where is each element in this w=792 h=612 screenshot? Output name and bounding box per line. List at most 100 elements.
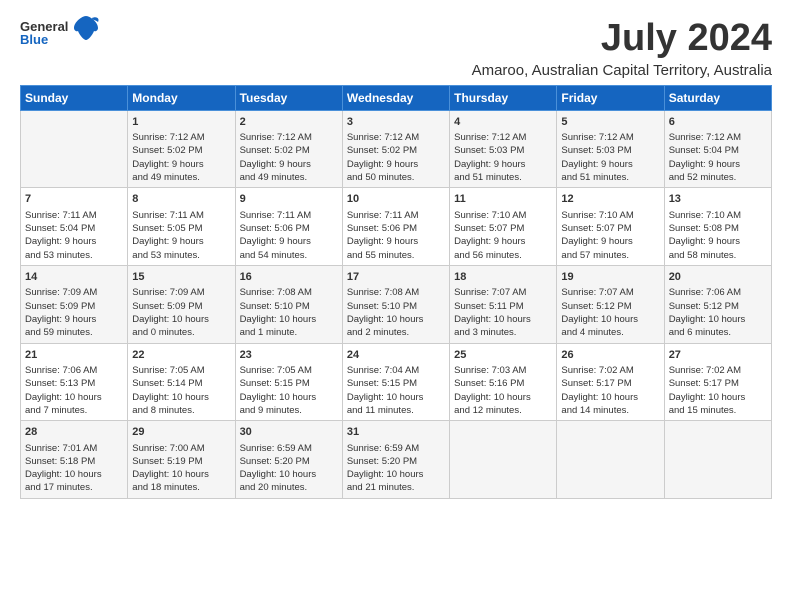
day-info: Sunrise: 7:09 AM [25, 286, 123, 299]
header-cell-tuesday: Tuesday [235, 85, 342, 110]
day-info: Sunset: 5:05 PM [132, 222, 230, 235]
calendar-cell: 20Sunrise: 7:06 AMSunset: 5:12 PMDayligh… [664, 265, 771, 343]
day-number: 9 [240, 192, 338, 207]
header-cell-sunday: Sunday [21, 85, 128, 110]
day-info: Sunrise: 7:02 AM [561, 364, 659, 377]
day-info: Sunset: 5:15 PM [240, 377, 338, 390]
day-number: 2 [240, 115, 338, 130]
day-info: and 4 minutes. [561, 326, 659, 339]
logo-blue: Blue [20, 33, 68, 46]
day-number: 30 [240, 425, 338, 440]
day-info: Sunset: 5:11 PM [454, 300, 552, 313]
day-info: and 15 minutes. [669, 404, 767, 417]
day-info: Sunrise: 7:11 AM [347, 209, 445, 222]
header-cell-thursday: Thursday [450, 85, 557, 110]
day-info: and 59 minutes. [25, 326, 123, 339]
day-info: Sunrise: 7:12 AM [132, 131, 230, 144]
day-info: Daylight: 10 hours [240, 468, 338, 481]
day-number: 18 [454, 270, 552, 285]
logo: General Blue [20, 18, 100, 47]
day-info: Sunrise: 7:04 AM [347, 364, 445, 377]
calendar-cell [557, 421, 664, 499]
day-info: and 1 minute. [240, 326, 338, 339]
day-info: and 7 minutes. [25, 404, 123, 417]
day-info: Sunset: 5:02 PM [347, 144, 445, 157]
day-info: and 53 minutes. [25, 249, 123, 262]
day-info: and 49 minutes. [132, 171, 230, 184]
day-info: Sunrise: 7:10 AM [669, 209, 767, 222]
day-info: Daylight: 10 hours [240, 313, 338, 326]
header-cell-friday: Friday [557, 85, 664, 110]
calendar-cell: 5Sunrise: 7:12 AMSunset: 5:03 PMDaylight… [557, 110, 664, 188]
day-info: and 8 minutes. [132, 404, 230, 417]
day-info: Sunrise: 7:12 AM [347, 131, 445, 144]
day-info: Sunset: 5:02 PM [132, 144, 230, 157]
day-info: Sunrise: 7:07 AM [454, 286, 552, 299]
day-number: 10 [347, 192, 445, 207]
day-info: Daylight: 9 hours [240, 158, 338, 171]
day-info: Sunrise: 7:12 AM [561, 131, 659, 144]
calendar-cell: 23Sunrise: 7:05 AMSunset: 5:15 PMDayligh… [235, 343, 342, 421]
calendar-cell [21, 110, 128, 188]
day-info: Sunset: 5:12 PM [561, 300, 659, 313]
calendar-cell: 24Sunrise: 7:04 AMSunset: 5:15 PMDayligh… [342, 343, 449, 421]
calendar-cell: 17Sunrise: 7:08 AMSunset: 5:10 PMDayligh… [342, 265, 449, 343]
day-info: Daylight: 9 hours [454, 235, 552, 248]
sub-title: Amaroo, Australian Capital Territory, Au… [472, 62, 772, 79]
day-info: Sunset: 5:04 PM [25, 222, 123, 235]
day-info: and 50 minutes. [347, 171, 445, 184]
day-info: Sunset: 5:13 PM [25, 377, 123, 390]
header-cell-monday: Monday [128, 85, 235, 110]
header: General Blue July 2024 Amaroo, Australia… [20, 18, 772, 79]
day-info: Sunset: 5:19 PM [132, 455, 230, 468]
day-info: and 9 minutes. [240, 404, 338, 417]
calendar-cell: 15Sunrise: 7:09 AMSunset: 5:09 PMDayligh… [128, 265, 235, 343]
day-info: Daylight: 10 hours [25, 468, 123, 481]
day-info: Sunset: 5:17 PM [561, 377, 659, 390]
day-info: Daylight: 10 hours [25, 391, 123, 404]
day-info: and 51 minutes. [454, 171, 552, 184]
day-info: Sunrise: 7:00 AM [132, 442, 230, 455]
calendar-cell: 13Sunrise: 7:10 AMSunset: 5:08 PMDayligh… [664, 188, 771, 266]
day-info: Sunset: 5:03 PM [454, 144, 552, 157]
day-info: Daylight: 9 hours [561, 158, 659, 171]
day-number: 1 [132, 115, 230, 130]
day-info: Sunset: 5:09 PM [25, 300, 123, 313]
day-info: and 55 minutes. [347, 249, 445, 262]
page: General Blue July 2024 Amaroo, Australia… [0, 0, 792, 509]
day-number: 21 [25, 348, 123, 363]
calendar-cell: 7Sunrise: 7:11 AMSunset: 5:04 PMDaylight… [21, 188, 128, 266]
day-info: and 51 minutes. [561, 171, 659, 184]
day-number: 27 [669, 348, 767, 363]
day-info: Daylight: 9 hours [25, 313, 123, 326]
calendar-cell: 21Sunrise: 7:06 AMSunset: 5:13 PMDayligh… [21, 343, 128, 421]
calendar-cell: 2Sunrise: 7:12 AMSunset: 5:02 PMDaylight… [235, 110, 342, 188]
day-info: Sunrise: 7:11 AM [25, 209, 123, 222]
day-info: Sunrise: 6:59 AM [347, 442, 445, 455]
day-info: and 2 minutes. [347, 326, 445, 339]
calendar-week-row: 21Sunrise: 7:06 AMSunset: 5:13 PMDayligh… [21, 343, 772, 421]
day-info: Daylight: 9 hours [347, 158, 445, 171]
day-info: Daylight: 9 hours [454, 158, 552, 171]
day-info: Daylight: 10 hours [132, 468, 230, 481]
day-info: Sunrise: 7:10 AM [454, 209, 552, 222]
day-info: Daylight: 10 hours [132, 313, 230, 326]
day-number: 28 [25, 425, 123, 440]
day-number: 13 [669, 192, 767, 207]
day-info: Sunset: 5:04 PM [669, 144, 767, 157]
day-info: Sunrise: 7:08 AM [347, 286, 445, 299]
day-info: Daylight: 9 hours [132, 235, 230, 248]
day-info: Sunrise: 7:06 AM [25, 364, 123, 377]
day-number: 8 [132, 192, 230, 207]
day-info: Sunrise: 7:10 AM [561, 209, 659, 222]
day-info: Sunrise: 7:11 AM [132, 209, 230, 222]
day-info: and 3 minutes. [454, 326, 552, 339]
calendar-table: SundayMondayTuesdayWednesdayThursdayFrid… [20, 85, 772, 499]
day-info: Sunrise: 7:06 AM [669, 286, 767, 299]
calendar-cell: 4Sunrise: 7:12 AMSunset: 5:03 PMDaylight… [450, 110, 557, 188]
day-number: 4 [454, 115, 552, 130]
day-info: Sunset: 5:02 PM [240, 144, 338, 157]
day-info: Sunset: 5:17 PM [669, 377, 767, 390]
day-number: 11 [454, 192, 552, 207]
day-info: Sunset: 5:20 PM [347, 455, 445, 468]
